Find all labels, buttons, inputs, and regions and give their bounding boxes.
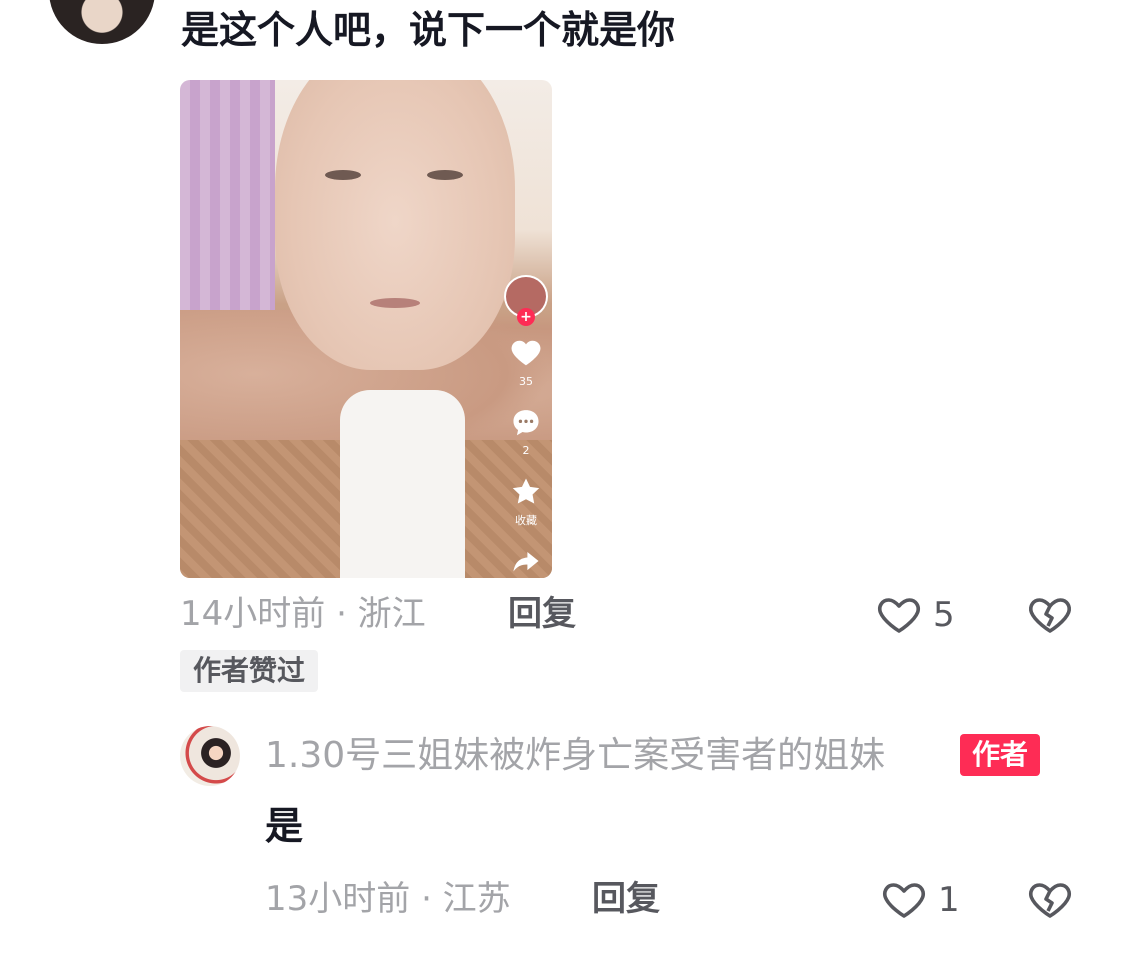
star-icon bbox=[512, 478, 540, 504]
author-tag-badge: 作者 bbox=[960, 734, 1041, 776]
comment-text: 是这个人吧，说下一个就是你 bbox=[181, 8, 676, 52]
video-like-count: 35 bbox=[519, 374, 533, 388]
like-heart-icon[interactable] bbox=[880, 875, 928, 923]
video-comment-count: 2 bbox=[522, 444, 530, 458]
author-liked-badge: 作者赞过 bbox=[180, 650, 319, 692]
comment-time-location: 14小时前 · 浙江 bbox=[180, 594, 426, 634]
comment-bubble-icon bbox=[513, 409, 539, 435]
thumbnail-face bbox=[275, 80, 515, 370]
share-arrow-icon bbox=[513, 551, 539, 572]
reply-reply-button[interactable]: 回复 bbox=[592, 877, 660, 921]
thumbnail-shirt bbox=[340, 390, 465, 578]
follow-plus-icon: + bbox=[517, 308, 535, 327]
thumbnail-eye bbox=[325, 170, 361, 180]
comment-reply-button[interactable]: 回复 bbox=[508, 592, 576, 636]
comment-like-count: 5 bbox=[933, 595, 955, 635]
reply-text: 是 bbox=[265, 804, 304, 848]
dislike-broken-heart-icon[interactable] bbox=[1026, 590, 1074, 638]
video-thumbnail[interactable]: + 35 2 收藏 bbox=[180, 80, 552, 578]
reply-username[interactable]: 1.30号三姐妹被炸身亡案受害者的姐妹 bbox=[265, 734, 885, 778]
dislike-broken-heart-icon[interactable] bbox=[1026, 875, 1074, 923]
commenter-avatar[interactable] bbox=[49, 0, 155, 44]
reply-like-count: 1 bbox=[938, 880, 960, 920]
heart-icon bbox=[511, 341, 541, 366]
video-side-actions: + 35 2 收藏 bbox=[500, 275, 552, 578]
reply-time-location: 13小时前 · 江苏 bbox=[265, 879, 511, 919]
thumbnail-eye bbox=[427, 170, 463, 180]
video-author-avatar: + bbox=[504, 275, 548, 327]
like-heart-icon[interactable] bbox=[875, 590, 923, 638]
reply-author-avatar[interactable] bbox=[180, 726, 240, 786]
video-favorite-label: 收藏 bbox=[515, 513, 537, 527]
thumbnail-mouth bbox=[370, 298, 420, 308]
